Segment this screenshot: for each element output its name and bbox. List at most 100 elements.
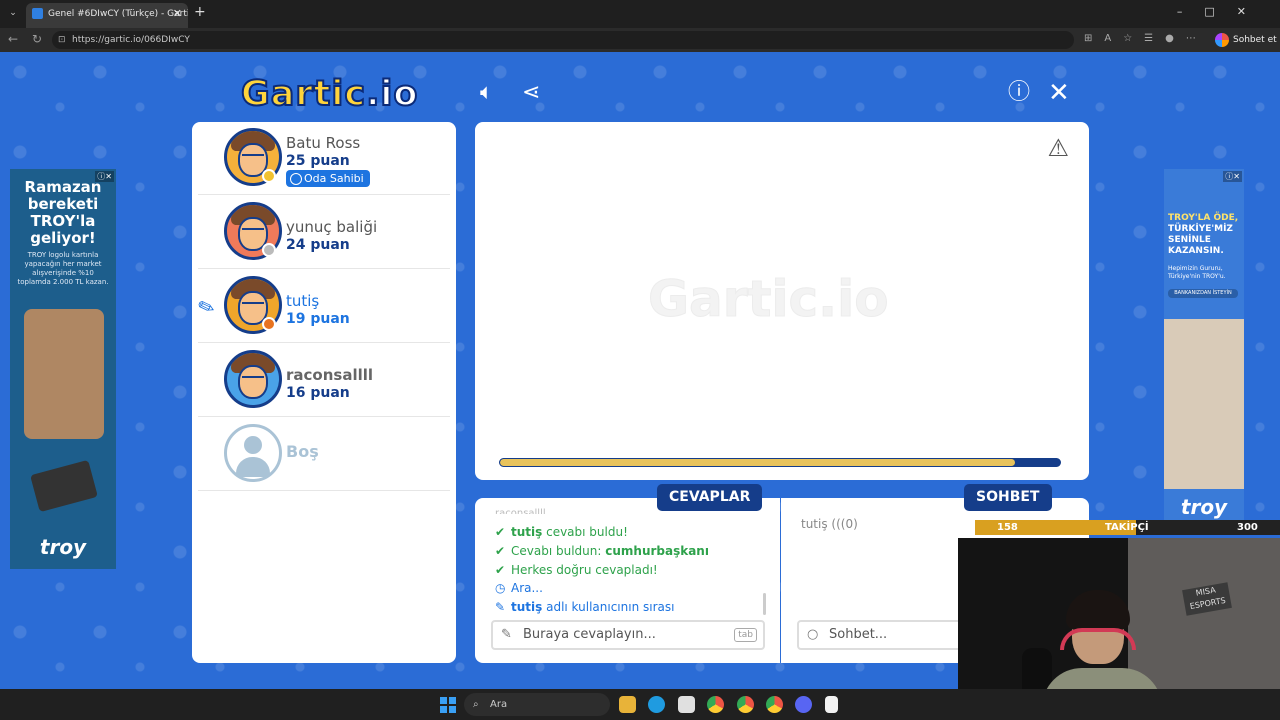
share-icon[interactable]: ⋖: [522, 82, 540, 104]
follower-goal: 300: [1237, 522, 1258, 533]
answer-input[interactable]: ✎ Buraya cevaplayın... tab: [491, 620, 765, 650]
player-name: Batu Ross: [286, 134, 361, 152]
ad-choices-icon[interactable]: ⓘ✕: [1223, 171, 1242, 182]
pencil-icon: ✎: [495, 600, 506, 614]
ad-headline-b: TÜRKİYE'MİZ SENİNLE KAZANSIN.: [1168, 224, 1233, 256]
ad-button[interactable]: BANKANIZDAN İSTEYİN: [1168, 289, 1238, 298]
watermark-suffix: .io: [818, 270, 889, 329]
chrome-icon[interactable]: [766, 696, 783, 713]
start-icon[interactable]: [440, 697, 456, 713]
tab-hint: tab: [734, 628, 757, 642]
follower-count: 158: [997, 522, 1018, 533]
chat-message: tutiş (((0): [801, 517, 858, 531]
answer-placeholder: Buraya cevaplayın...: [523, 627, 656, 642]
chrome-icon[interactable]: [737, 696, 754, 713]
answers-scrollbar[interactable]: [763, 593, 766, 615]
room-owner-badge: Oda Sahibi: [286, 170, 370, 187]
player-name: yunuç baliği: [286, 218, 378, 236]
toolbar-icons[interactable]: ⊞A☆☰●⋯: [1084, 33, 1208, 44]
answer-text: cevabı buldu!: [542, 525, 628, 539]
player-row[interactable]: tutiş 19 puan: [198, 270, 450, 343]
player-points: 16 puan: [286, 385, 350, 401]
ad-headline: Ramazan bereketi TROY'la geliyor!: [24, 178, 102, 247]
ad-card-image: [30, 459, 98, 513]
ad-left[interactable]: ⓘ✕ Ramazan bereketi TROY'la geliyor! TRO…: [10, 169, 116, 569]
check-icon: ✔: [495, 544, 506, 558]
close-icon[interactable]: ✕: [1048, 80, 1070, 106]
player-name: tutiş: [286, 292, 320, 310]
empty-slot[interactable]: Boş: [198, 418, 450, 491]
ad-family-image: [24, 309, 104, 439]
url-text: https://gartic.io/066DIwCY: [72, 35, 190, 45]
answer-line: ✔ Herkes doğru cevapladı!: [495, 563, 658, 577]
gartic-logo[interactable]: Gartic.io: [240, 73, 419, 115]
copilot-icon: [1215, 33, 1229, 47]
notepad-icon[interactable]: [825, 696, 838, 713]
tab-close-icon[interactable]: ✕: [173, 3, 182, 25]
player-points: 24 puan: [286, 237, 350, 253]
site-info-icon[interactable]: ⊡: [58, 31, 66, 49]
sound-icon[interactable]: 🔈︎: [480, 82, 493, 104]
ad-body: Hepimizin Gururu, Türkiye'nin TROY'u.: [1168, 265, 1226, 280]
watermark-main: Gartic: [647, 270, 819, 329]
refresh-icon[interactable]: ↻: [32, 32, 42, 46]
player-row[interactable]: yunuç baliği 24 puan: [198, 196, 450, 269]
player-name: raconsallll: [286, 366, 374, 384]
file-explorer-icon[interactable]: [619, 696, 636, 713]
url-field[interactable]: ⊡ https://gartic.io/066DIwCY: [52, 31, 1074, 49]
ad-headline-a: TROY'LA ÖDE,: [1168, 213, 1239, 223]
chrome-icon[interactable]: [707, 696, 724, 713]
answer-line: ◷ Ara...: [495, 581, 543, 595]
address-bar-row: ← ↻ ⊡ https://gartic.io/066DIwCY ⊞A☆☰●⋯ …: [0, 28, 1280, 52]
answer-text: adlı kullanıcının sırası: [542, 600, 675, 614]
pencil-icon: ✎: [501, 627, 512, 642]
favicon-icon: [32, 8, 43, 19]
check-icon: ✔: [495, 525, 506, 539]
edge-icon[interactable]: [648, 696, 665, 713]
follower-label: TAKİPÇİ: [1105, 522, 1149, 533]
drawing-canvas[interactable]: ⚠ Gartic.io: [475, 122, 1089, 480]
clipped-answer-line: raconsallll ...: [495, 508, 559, 514]
answer-line: ✎ tutiş adlı kullanıcının sırası: [495, 600, 674, 614]
status-dot: [262, 169, 276, 183]
ad-right[interactable]: ⓘ✕ TROY'LA ÖDE, TÜRKİYE'MİZ SENİNLE KAZAN…: [1164, 169, 1244, 529]
player-row[interactable]: raconsallll 16 puan: [198, 344, 450, 417]
ad-brand: troy: [39, 535, 87, 559]
answer-user: tutiş: [511, 525, 543, 539]
ad-brand: troy: [1180, 495, 1228, 519]
chat-placeholder: Sohbet...: [829, 627, 888, 642]
players-panel: Batu Ross 25 puan Oda Sahibi yunuç baliğ…: [192, 122, 456, 663]
report-warning-icon[interactable]: ⚠: [1047, 134, 1069, 162]
round-timer-fill: [500, 459, 1016, 466]
ad-headline: TROY'LA ÖDE, TÜRKİYE'MİZ SENİNLE KAZANSIN…: [1168, 213, 1244, 257]
logo-suffix: .io: [365, 73, 419, 115]
answer-line: ✔ Cevabı buldun: cumhurbaşkanı: [495, 544, 709, 558]
copilot-chat-button[interactable]: Sohbet et: [1215, 32, 1277, 48]
player-row[interactable]: Batu Ross 25 puan Oda Sahibi: [198, 122, 450, 195]
answers-panel: CEVAPLAR raconsallll ... ✔ tutiş cevabı b…: [475, 484, 780, 663]
ad-person-image: [1164, 319, 1244, 489]
browser-tab-bar: ⌄ Genel #6DIwCY (Türkçe) - Gartic.io ✕ +…: [0, 0, 1280, 28]
tab-actions-icon[interactable]: ⌄: [6, 6, 20, 20]
check-icon: ✔: [495, 563, 506, 577]
empty-slot-label: Boş: [286, 442, 319, 461]
discord-icon[interactable]: [795, 696, 812, 713]
taskbar-search-label: Ara: [490, 699, 508, 710]
chat-title: SOHBET: [964, 484, 1052, 511]
player-points: 19 puan: [286, 311, 350, 327]
back-icon[interactable]: ←: [8, 32, 18, 46]
answer-text: Cevabı buldun:: [511, 544, 606, 558]
canvas-watermark: Gartic.io: [647, 270, 889, 329]
browser-tab[interactable]: Genel #6DIwCY (Türkçe) - Gartic.io ✕: [26, 3, 188, 28]
info-icon[interactable]: ⓘ: [1008, 82, 1030, 104]
answers-title: CEVAPLAR: [657, 484, 763, 511]
taskbar-search[interactable]: ⌕ Ara: [464, 693, 610, 716]
windows-taskbar: ⌕ Ara: [0, 689, 1280, 720]
clock-icon: ◷: [495, 581, 506, 595]
answer-word: cumhurbaşkanı: [605, 544, 709, 558]
store-icon[interactable]: [678, 696, 695, 713]
window-controls[interactable]: –□✕: [1177, 5, 1268, 18]
new-tab-icon[interactable]: +: [194, 4, 206, 20]
player-points: 25 puan: [286, 153, 350, 169]
chat-bubble-icon: ○: [807, 627, 819, 642]
